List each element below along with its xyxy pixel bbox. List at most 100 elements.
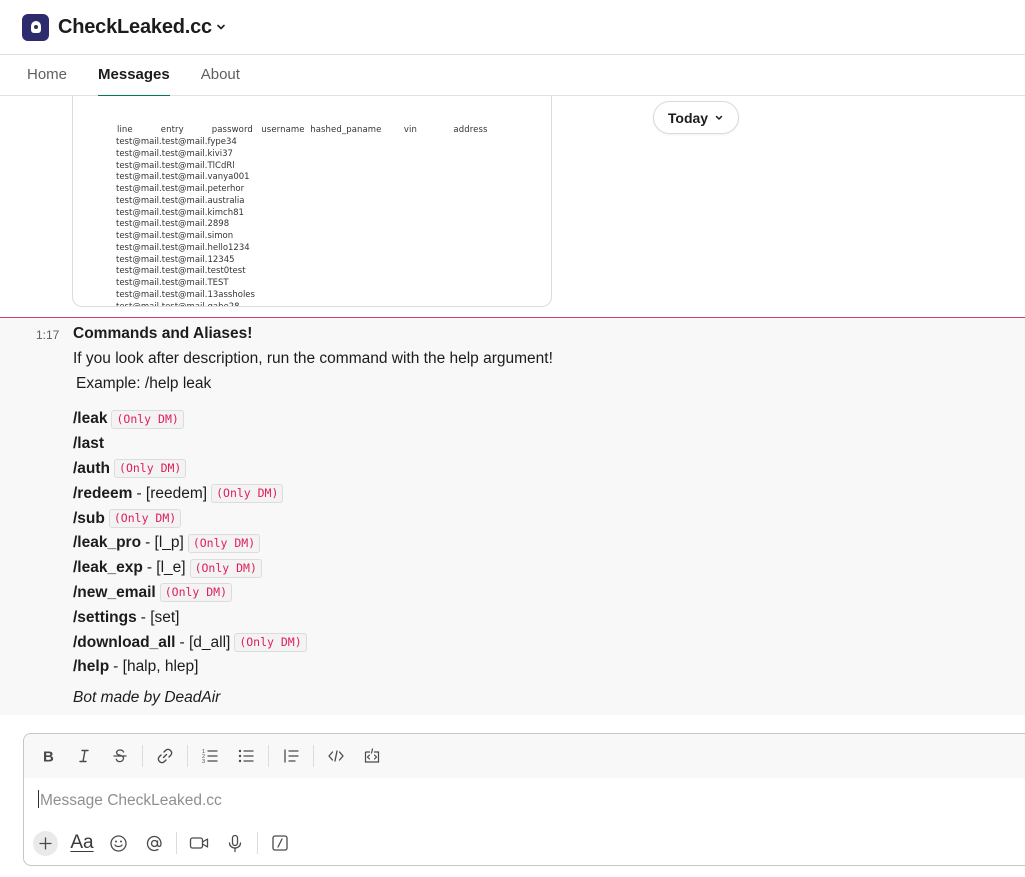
command-name: /new_email <box>73 583 156 601</box>
leak-row: test@mail.test@mail.australia <box>116 195 245 206</box>
toolbar-separator <box>187 745 188 767</box>
code-icon[interactable] <box>322 742 350 770</box>
plus-icon[interactable] <box>33 830 58 856</box>
leak-row: test@mail.test@mail.kimch81 <box>116 207 244 218</box>
command-item: /new_email (Only DM) <box>73 581 307 606</box>
text-caret <box>38 790 39 808</box>
message-input-placeholder: Message CheckLeaked.cc <box>40 792 222 809</box>
bulleted-list-icon[interactable] <box>232 742 260 770</box>
command-item: /help - [halp, hlep] <box>73 655 307 680</box>
leak-row: test@mail.test@mail.kivi37 <box>116 148 233 159</box>
only-dm-badge: (Only DM) <box>211 484 284 504</box>
command-aliases: - [halp, hlep] <box>113 658 199 676</box>
strikethrough-icon[interactable] <box>106 742 134 770</box>
tab-about[interactable]: About <box>201 55 240 96</box>
svg-text:B: B <box>43 749 54 765</box>
command-item: /leak (Only DM) <box>73 407 307 432</box>
command-name: /sub <box>73 509 105 527</box>
only-dm-badge: (Only DM) <box>187 533 261 553</box>
message-example: Example: /help leak <box>76 375 212 392</box>
only-dm-badge: (Only DM) <box>234 633 307 653</box>
message-description: If you look after description, run the c… <box>73 350 553 367</box>
chevron-down-icon[interactable] <box>216 22 226 32</box>
image-attachment[interactable]: line entry password username hashed_pana… <box>72 96 552 307</box>
leak-row: test@mail.test@mail.peterhor <box>116 184 245 194</box>
date-label: Today <box>667 109 709 126</box>
tab-bar: Home Messages About <box>0 55 1025 97</box>
message-footer: Bot made by DeadAir <box>73 689 221 706</box>
leak-row: test@mail.test@mail.hello1234 <box>116 242 250 253</box>
mention-icon[interactable] <box>140 829 168 857</box>
workspace-header: CheckLeaked.cc <box>0 0 1025 55</box>
only-dm-badge: (Only DM) <box>114 459 187 479</box>
ordered-list-icon[interactable]: 123 <box>196 742 224 770</box>
command-name: /leak_pro <box>73 534 142 552</box>
message: 1:17 Commands and Aliases! If you look a… <box>0 318 1025 715</box>
command-name: /leak_exp <box>73 559 143 577</box>
leak-row: test@mail.test@mail.gabe28 <box>116 301 240 307</box>
command-item: /leak_exp - [l_e] (Only DM) <box>73 556 307 581</box>
command-name: /help <box>73 658 110 676</box>
command-item: /auth (Only DM) <box>73 457 307 482</box>
italic-icon[interactable] <box>70 742 98 770</box>
tab-messages[interactable]: Messages <box>98 55 170 97</box>
toolbar-separator <box>257 832 258 854</box>
command-item: /leak_pro - [l_p] (Only DM) <box>73 531 307 556</box>
tab-home[interactable]: Home <box>27 55 67 96</box>
toolbar-separator <box>176 832 177 854</box>
emoji-icon[interactable] <box>104 829 132 857</box>
leak-row: test@mail.test@mail.fype34 <box>116 137 237 147</box>
message-input[interactable]: Message CheckLeaked.cc <box>38 790 222 810</box>
command-aliases: - [set] <box>140 608 180 626</box>
leak-row: test@mail.test@mail.12345 <box>116 254 235 265</box>
only-dm-badge: (Only DM) <box>189 558 262 578</box>
leak-row: test@mail.test@mail.simon <box>116 231 234 241</box>
toolbar-separator <box>313 745 314 767</box>
command-aliases: - [d_all] <box>179 633 231 651</box>
bold-icon[interactable]: B <box>34 742 62 770</box>
app-logo-icon <box>22 13 49 41</box>
toolbar-separator <box>142 745 143 767</box>
leak-row: test@mail.test@mail.vanya001 <box>116 172 250 183</box>
leak-row: test@mail.test@mail.test0test <box>116 266 246 277</box>
formatting-toolbar: B 123 <box>24 734 1025 778</box>
command-name: /redeem <box>73 484 133 502</box>
command-aliases: - [reedem] <box>136 484 208 502</box>
leak-row: test@mail.test@mail.TEST <box>116 278 229 288</box>
command-aliases: - [l_e] <box>146 559 186 577</box>
slash-command-icon[interactable] <box>266 829 294 857</box>
command-name: /leak <box>73 410 108 428</box>
command-name: /settings <box>73 608 137 626</box>
leak-columns-header: line entry password username hashed_pana… <box>117 125 488 135</box>
leak-row: test@mail.test@mail.13assholes <box>116 289 255 300</box>
video-icon[interactable] <box>185 829 213 857</box>
link-icon[interactable] <box>151 742 179 770</box>
blockquote-icon[interactable] <box>277 742 305 770</box>
leak-rows: test@mail.test@mail.fype34 test@mail.test… <box>116 137 255 307</box>
command-item: /redeem - [reedem] (Only DM) <box>73 481 307 506</box>
command-item: /sub (Only DM) <box>73 506 307 531</box>
app-title[interactable]: CheckLeaked.cc <box>58 16 212 39</box>
svg-text:3: 3 <box>202 759 205 765</box>
command-list: /leak (Only DM)/last/auth (Only DM)/redeem… <box>73 407 307 680</box>
command-item: /settings - [set] <box>73 605 307 630</box>
message-composer: B 123 Message CheckLeaked.cc Aa <box>23 733 1025 866</box>
leak-row: test@mail.test@mail.TlCdRl <box>116 160 235 171</box>
command-name: /last <box>73 435 105 453</box>
command-item: /download_all - [d_all] (Only DM) <box>73 630 307 655</box>
date-jump-button[interactable]: Today <box>653 101 739 134</box>
command-name: /auth <box>73 459 111 477</box>
chevron-down-icon <box>714 113 724 123</box>
toolbar-separator <box>268 745 269 767</box>
only-dm-badge: (Only DM) <box>108 509 182 529</box>
command-item: /last <box>73 432 307 457</box>
command-aliases: - [l_p] <box>145 534 184 552</box>
leak-row: test@mail.test@mail.2898 <box>116 219 230 230</box>
composer-actions: Aa <box>33 829 302 857</box>
formatting-icon[interactable]: Aa <box>68 829 96 857</box>
message-timestamp[interactable]: 1:17 <box>36 328 59 342</box>
only-dm-badge: (Only DM) <box>159 583 233 603</box>
code-block-icon[interactable] <box>358 742 386 770</box>
microphone-icon[interactable] <box>221 829 249 857</box>
only-dm-badge: (Only DM) <box>111 409 184 429</box>
